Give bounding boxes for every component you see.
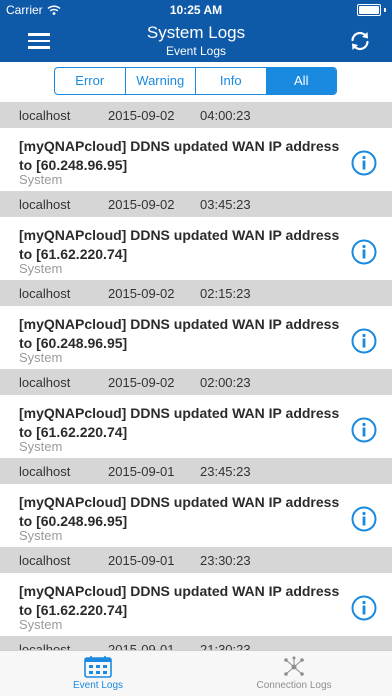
tab-bar: Event Logs Connection Logs [0,650,392,696]
log-entry-header: localhost 2015-09-01 21:30:23 [0,636,392,650]
tab-event-logs[interactable]: Event Logs [0,651,196,697]
log-entry-body: [myQNAPcloud] DDNS updated WAN IP addres… [0,395,392,458]
log-category: System [19,261,63,276]
log-entry[interactable]: localhost 2015-09-02 03:45:23 [myQNAPclo… [0,191,392,280]
log-entry[interactable]: localhost 2015-09-01 21:30:23 [0,636,392,650]
log-message: [myQNAPcloud] DDNS updated WAN IP addres… [19,227,340,262]
info-circle-icon [351,328,377,354]
calendar-icon [84,656,112,678]
page-title: System Logs [146,23,246,42]
log-time: 02:15:23 [200,286,251,301]
log-info-button[interactable] [351,150,377,176]
log-host: localhost [19,286,71,301]
log-host: localhost [19,375,71,390]
log-entry[interactable]: localhost 2015-09-01 23:30:23 [myQNAPclo… [0,547,392,636]
info-circle-icon [351,506,377,532]
info-circle-icon [351,150,377,176]
log-time: 23:45:23 [200,464,251,479]
log-info-button[interactable] [351,239,377,265]
log-entry-header: localhost 2015-09-02 03:45:23 [0,191,392,217]
log-message: [myQNAPcloud] DDNS updated WAN IP addres… [19,405,340,440]
log-entry[interactable]: localhost 2015-09-01 23:45:23 [myQNAPclo… [0,458,392,547]
log-category: System [19,439,63,454]
log-host: localhost [19,464,71,479]
log-entry-body: [myQNAPcloud] DDNS updated WAN IP addres… [0,217,392,280]
battery-icon [357,4,381,16]
page-subtitle: Event Logs [165,44,227,58]
log-host: localhost [19,108,71,123]
log-entry-header: localhost 2015-09-01 23:30:23 [0,547,392,573]
network-icon [284,656,304,676]
refresh-button[interactable] [348,29,374,55]
info-circle-icon [351,595,377,621]
log-host: localhost [19,197,71,212]
log-info-button[interactable] [351,328,377,354]
log-date: 2015-09-01 [108,642,175,650]
log-host: localhost [19,553,71,568]
log-time: 21:30:23 [200,642,251,650]
log-entry-header: localhost 2015-09-02 04:00:23 [0,102,392,128]
log-entry[interactable]: localhost 2015-09-02 04:00:23 [myQNAPclo… [0,102,392,191]
log-entry-header: localhost 2015-09-02 02:00:23 [0,369,392,395]
log-message: [myQNAPcloud] DDNS updated WAN IP addres… [19,138,340,173]
log-date: 2015-09-01 [108,553,175,568]
log-time: 02:00:23 [200,375,251,390]
log-entry[interactable]: localhost 2015-09-02 02:00:23 [myQNAPclo… [0,369,392,458]
log-date: 2015-09-02 [108,108,175,123]
log-entry-body: [myQNAPcloud] DDNS updated WAN IP addres… [0,484,392,547]
log-time: 03:45:23 [200,197,251,212]
log-time: 23:30:23 [200,553,251,568]
tab-event-logs-label: Event Logs [72,680,124,691]
filter-info[interactable]: Info [196,68,267,94]
log-level-filter: Error Warning Info All [54,67,337,95]
battery-indicator [357,4,386,16]
log-date: 2015-09-01 [108,464,175,479]
log-host: localhost [19,642,71,650]
log-date: 2015-09-02 [108,286,175,301]
log-entry-header: localhost 2015-09-02 02:15:23 [0,280,392,306]
filter-warning[interactable]: Warning [126,68,196,94]
log-message: [myQNAPcloud] DDNS updated WAN IP addres… [19,316,340,351]
log-entry[interactable]: localhost 2015-09-02 02:15:23 [myQNAPclo… [0,280,392,369]
log-info-button[interactable] [351,595,377,621]
filter-error[interactable]: Error [55,68,126,94]
log-date: 2015-09-02 [108,375,175,390]
filter-bar: Error Warning Info All [0,62,392,102]
log-entry-body: [myQNAPcloud] DDNS updated WAN IP addres… [0,573,392,636]
log-entry-body: [myQNAPcloud] DDNS updated WAN IP addres… [0,128,392,191]
log-list[interactable]: localhost 2015-09-02 04:00:23 [myQNAPclo… [0,102,392,650]
log-category: System [19,528,63,543]
refresh-icon [351,31,369,51]
info-circle-icon [351,239,377,265]
log-message: [myQNAPcloud] DDNS updated WAN IP addres… [19,494,340,529]
log-message: [myQNAPcloud] DDNS updated WAN IP addres… [19,583,340,618]
log-entry-body: [myQNAPcloud] DDNS updated WAN IP addres… [0,306,392,369]
status-time: 10:25 AM [169,3,223,17]
log-date: 2015-09-02 [108,197,175,212]
log-category: System [19,172,63,187]
status-bar: Carrier 10:25 AM [0,0,392,20]
battery-tip [384,8,386,12]
log-time: 04:00:23 [200,108,251,123]
log-category: System [19,350,63,365]
tab-connection-logs-label: Connection Logs [256,680,332,691]
log-info-button[interactable] [351,506,377,532]
tab-connection-logs[interactable]: Connection Logs [196,651,392,697]
log-entry-header: localhost 2015-09-01 23:45:23 [0,458,392,484]
log-info-button[interactable] [351,417,377,443]
log-category: System [19,617,63,632]
info-circle-icon [351,417,377,443]
nav-bar: System Logs Event Logs [0,20,392,62]
filter-all[interactable]: All [266,68,336,94]
